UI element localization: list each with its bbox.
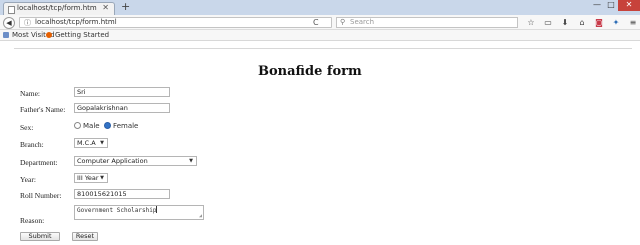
search-placeholder[interactable]: Search xyxy=(350,18,374,27)
window-controls: — □ ✕ xyxy=(590,0,640,11)
close-window-button[interactable]: ✕ xyxy=(618,0,640,11)
sex-label: Sex: xyxy=(20,123,34,132)
download-icon[interactable]: ⬇ xyxy=(561,17,569,28)
chevron-down-icon: ▼ xyxy=(100,140,104,146)
search-icon: ⚲ xyxy=(340,18,346,26)
branch-label: Branch: xyxy=(20,140,44,149)
minimize-button[interactable]: — xyxy=(590,0,604,11)
extension-icon[interactable]: ✦ xyxy=(612,17,620,28)
chevron-down-icon: ▼ xyxy=(189,158,193,164)
radio-female[interactable]: Female xyxy=(104,122,138,130)
address-bar[interactable]: ⓘ localhost/tcp/form.html C xyxy=(19,17,332,28)
home-icon[interactable]: ⌂ xyxy=(578,17,586,28)
library-icon[interactable]: ▭ xyxy=(544,17,552,28)
father-name-label: Father's Name: xyxy=(20,105,66,114)
bookmarks-toolbar: Most Visited Getting Started xyxy=(0,30,640,41)
department-label: Department: xyxy=(20,158,58,167)
department-value: Computer Application xyxy=(77,157,148,165)
back-button[interactable]: ◀ xyxy=(3,17,15,29)
branch-select[interactable]: M.C.A ▼ xyxy=(74,138,108,148)
browser-tab[interactable]: localhost/tcp/form.html ✕ xyxy=(3,2,115,15)
radio-male-label: Male xyxy=(83,122,100,130)
radio-male[interactable]: Male xyxy=(74,122,100,130)
radio-female-label: Female xyxy=(113,122,139,130)
divider xyxy=(14,48,632,49)
menu-icon[interactable]: ≡ xyxy=(629,17,637,28)
year-value: III Year xyxy=(77,174,99,182)
bookmark-getting-started[interactable]: Getting Started xyxy=(46,31,109,40)
page-content: Bonafide form Name: Sri Father's Name: G… xyxy=(0,41,640,245)
search-bar[interactable]: ⚲ Search xyxy=(336,17,518,28)
star-icon[interactable]: ☆ xyxy=(527,17,535,28)
new-tab-button[interactable]: + xyxy=(121,1,130,13)
department-select[interactable]: Computer Application ▼ xyxy=(74,156,197,166)
reason-textarea[interactable]: Government Scholarship ◢ xyxy=(74,205,204,220)
reset-button[interactable]: Reset xyxy=(72,232,98,241)
reason-value: Government Scholarship xyxy=(77,207,157,214)
firefox-icon xyxy=(46,32,52,38)
name-field[interactable]: Sri xyxy=(74,87,170,97)
name-label: Name: xyxy=(20,89,40,98)
browser-titlebar: localhost/tcp/form.html ✕ + — □ ✕ xyxy=(0,0,640,15)
tab-title: localhost/tcp/form.html xyxy=(17,4,97,12)
navigation-toolbar: ◀ ⓘ localhost/tcp/form.html C ⚲ Search ☆… xyxy=(0,15,640,30)
info-icon[interactable]: ⓘ xyxy=(24,19,31,27)
tab-close-icon[interactable]: ✕ xyxy=(102,3,109,12)
branch-value: M.C.A xyxy=(77,139,96,147)
roll-number-label: Roll Number: xyxy=(20,191,62,200)
roll-number-field[interactable]: 810015621015 xyxy=(74,189,170,199)
url-text[interactable]: localhost/tcp/form.html xyxy=(35,18,117,27)
resize-grip-icon[interactable]: ◢ xyxy=(199,213,202,219)
father-name-field[interactable]: Gopalakrishnan xyxy=(74,103,170,113)
bookmark-folder-icon xyxy=(3,32,9,38)
radio-button-selected[interactable] xyxy=(104,122,112,129)
page-title: Bonafide form xyxy=(258,64,362,79)
bookmark-label: Getting Started xyxy=(55,31,110,39)
radio-button[interactable] xyxy=(74,122,81,129)
submit-button[interactable]: Submit xyxy=(20,232,60,241)
year-label: Year: xyxy=(20,175,36,184)
page-icon xyxy=(8,6,15,14)
sex-radio-group: Male Female xyxy=(74,122,138,131)
chevron-down-icon: ▼ xyxy=(100,175,104,181)
maximize-button[interactable]: □ xyxy=(604,0,618,11)
pocket-icon[interactable]: ◙ xyxy=(595,17,603,28)
toolbar-icons: ☆ ▭ ⬇ ⌂ ◙ ✦ ≡ xyxy=(527,17,637,28)
reload-icon[interactable]: C xyxy=(313,18,319,27)
year-select[interactable]: III Year ▼ xyxy=(74,173,108,183)
text-caret xyxy=(156,206,158,213)
reason-label: Reason: xyxy=(20,216,45,225)
